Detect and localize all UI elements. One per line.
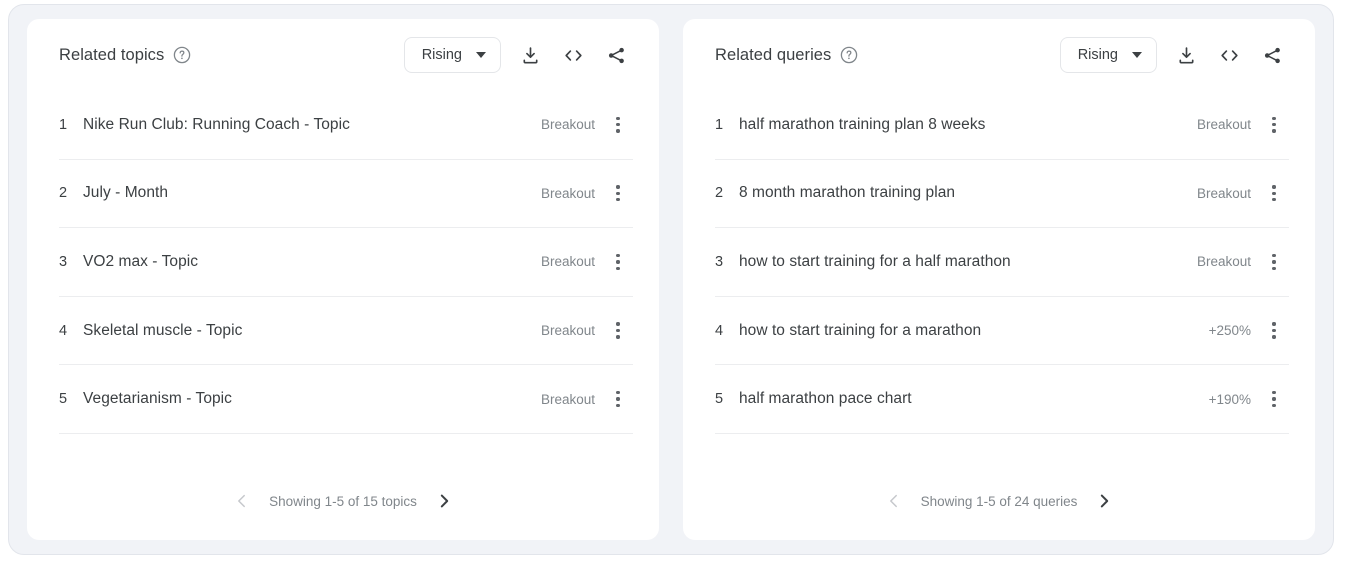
more-options-icon[interactable]	[603, 176, 633, 210]
sort-filter-value: Rising	[421, 47, 462, 63]
chevron-down-icon	[1132, 52, 1142, 58]
row-label: Skeletal muscle - Topic	[83, 321, 243, 339]
row-value: Breakout	[540, 323, 595, 339]
row-rank: 1	[59, 116, 68, 133]
prev-page-button	[881, 488, 907, 514]
sort-filter-select[interactable]: Rising	[403, 37, 501, 73]
row-rank: 5	[715, 391, 724, 408]
pagination-status: Showing 1-5 of 24 queries	[920, 493, 1078, 509]
more-options-icon[interactable]	[1259, 108, 1289, 142]
sort-filter-select[interactable]: Rising	[1059, 37, 1157, 73]
row-label: how to start training for a marathon	[739, 321, 982, 339]
row-value: +250%	[1208, 323, 1251, 339]
card-header-related-topics: Related topics Rising	[27, 19, 659, 91]
embed-code-icon[interactable]	[1212, 38, 1246, 72]
table-row[interactable]: 4 how to start training for a marathon +25…	[715, 297, 1289, 366]
next-page-button[interactable]	[1091, 488, 1117, 514]
more-options-icon[interactable]	[603, 108, 633, 142]
embed-code-icon[interactable]	[556, 38, 590, 72]
card-title: Related topics	[59, 45, 165, 64]
card-related-topics: Related topics Rising 1 Nike Run Club: Runn…	[27, 19, 659, 540]
card-footer-related-topics: Showing 1-5 of 15 topics	[27, 462, 659, 540]
card-header-related-queries: Related queries Rising	[683, 19, 1315, 91]
row-rank: 4	[715, 322, 724, 339]
row-label: how to start training for a half maratho…	[739, 252, 1011, 270]
row-value: Breakout	[540, 185, 595, 201]
more-options-icon[interactable]	[603, 314, 633, 348]
row-label: VO2 max - Topic	[83, 252, 199, 270]
row-value: Breakout	[1196, 117, 1251, 133]
table-row[interactable]: 3 VO2 max - Topic Breakout	[59, 228, 633, 297]
table-row[interactable]: 5 half marathon pace chart +190%	[715, 365, 1289, 434]
table-row[interactable]: 4 Skeletal muscle - Topic Breakout	[59, 297, 633, 366]
more-options-icon[interactable]	[1259, 382, 1289, 416]
download-icon[interactable]	[1169, 38, 1203, 72]
row-label: half marathon pace chart	[739, 390, 912, 408]
trends-panel-shell: Related topics Rising 1 Nike Run Club: Runn…	[8, 4, 1334, 555]
table-row[interactable]: 2 8 month marathon training plan Breakout	[715, 160, 1289, 229]
row-rank: 3	[715, 253, 724, 270]
help-circle-icon[interactable]	[173, 46, 191, 64]
more-options-icon[interactable]	[1259, 314, 1289, 348]
card-footer-related-queries: Showing 1-5 of 24 queries	[683, 462, 1315, 540]
next-page-button[interactable]	[431, 488, 457, 514]
rows-related-queries: 1 half marathon training plan 8 weeks Brea…	[683, 91, 1315, 462]
more-options-icon[interactable]	[1259, 176, 1289, 210]
row-label: half marathon training plan 8 weeks	[739, 115, 986, 133]
help-circle-icon[interactable]	[840, 46, 858, 64]
table-row[interactable]: 5 Vegetarianism - Topic Breakout	[59, 365, 633, 434]
table-row[interactable]: 3 how to start training for a half marath…	[715, 228, 1289, 297]
row-value: Breakout	[1196, 254, 1251, 270]
header-actions	[1169, 38, 1289, 72]
table-row[interactable]: 1 half marathon training plan 8 weeks Brea…	[715, 91, 1289, 160]
prev-page-button	[229, 488, 255, 514]
more-options-icon[interactable]	[603, 245, 633, 279]
table-row[interactable]: 1 Nike Run Club: Running Coach - Topic Bre…	[59, 91, 633, 160]
row-label: 8 month marathon training plan	[739, 184, 956, 202]
row-value: Breakout	[540, 391, 595, 407]
row-label: Nike Run Club: Running Coach - Topic	[83, 115, 350, 133]
share-icon[interactable]	[599, 38, 633, 72]
header-actions	[513, 38, 633, 72]
rows-related-topics: 1 Nike Run Club: Running Coach - Topic Bre…	[27, 91, 659, 462]
table-row[interactable]: 2 July - Month Breakout	[59, 160, 633, 229]
row-rank: 5	[59, 391, 68, 408]
chevron-down-icon	[476, 52, 486, 58]
row-rank: 1	[715, 116, 724, 133]
row-value: Breakout	[540, 254, 595, 270]
row-value: Breakout	[1196, 185, 1251, 201]
more-options-icon[interactable]	[1259, 245, 1289, 279]
more-options-icon[interactable]	[603, 382, 633, 416]
panels-container: Related topics Rising 1 Nike Run Club: Runn…	[9, 5, 1333, 554]
row-rank: 3	[59, 253, 68, 270]
share-icon[interactable]	[1255, 38, 1289, 72]
row-value: Breakout	[540, 117, 595, 133]
row-rank: 4	[59, 322, 68, 339]
pagination-status: Showing 1-5 of 15 topics	[269, 493, 417, 509]
sort-filter-value: Rising	[1077, 47, 1118, 63]
row-rank: 2	[59, 185, 68, 202]
row-value: +190%	[1208, 391, 1251, 407]
card-related-queries: Related queries Rising 1 half marathon trai…	[683, 19, 1315, 540]
row-label: July - Month	[83, 184, 169, 202]
row-label: Vegetarianism - Topic	[83, 390, 232, 408]
download-icon[interactable]	[513, 38, 547, 72]
row-rank: 2	[715, 185, 724, 202]
card-title: Related queries	[715, 45, 832, 64]
